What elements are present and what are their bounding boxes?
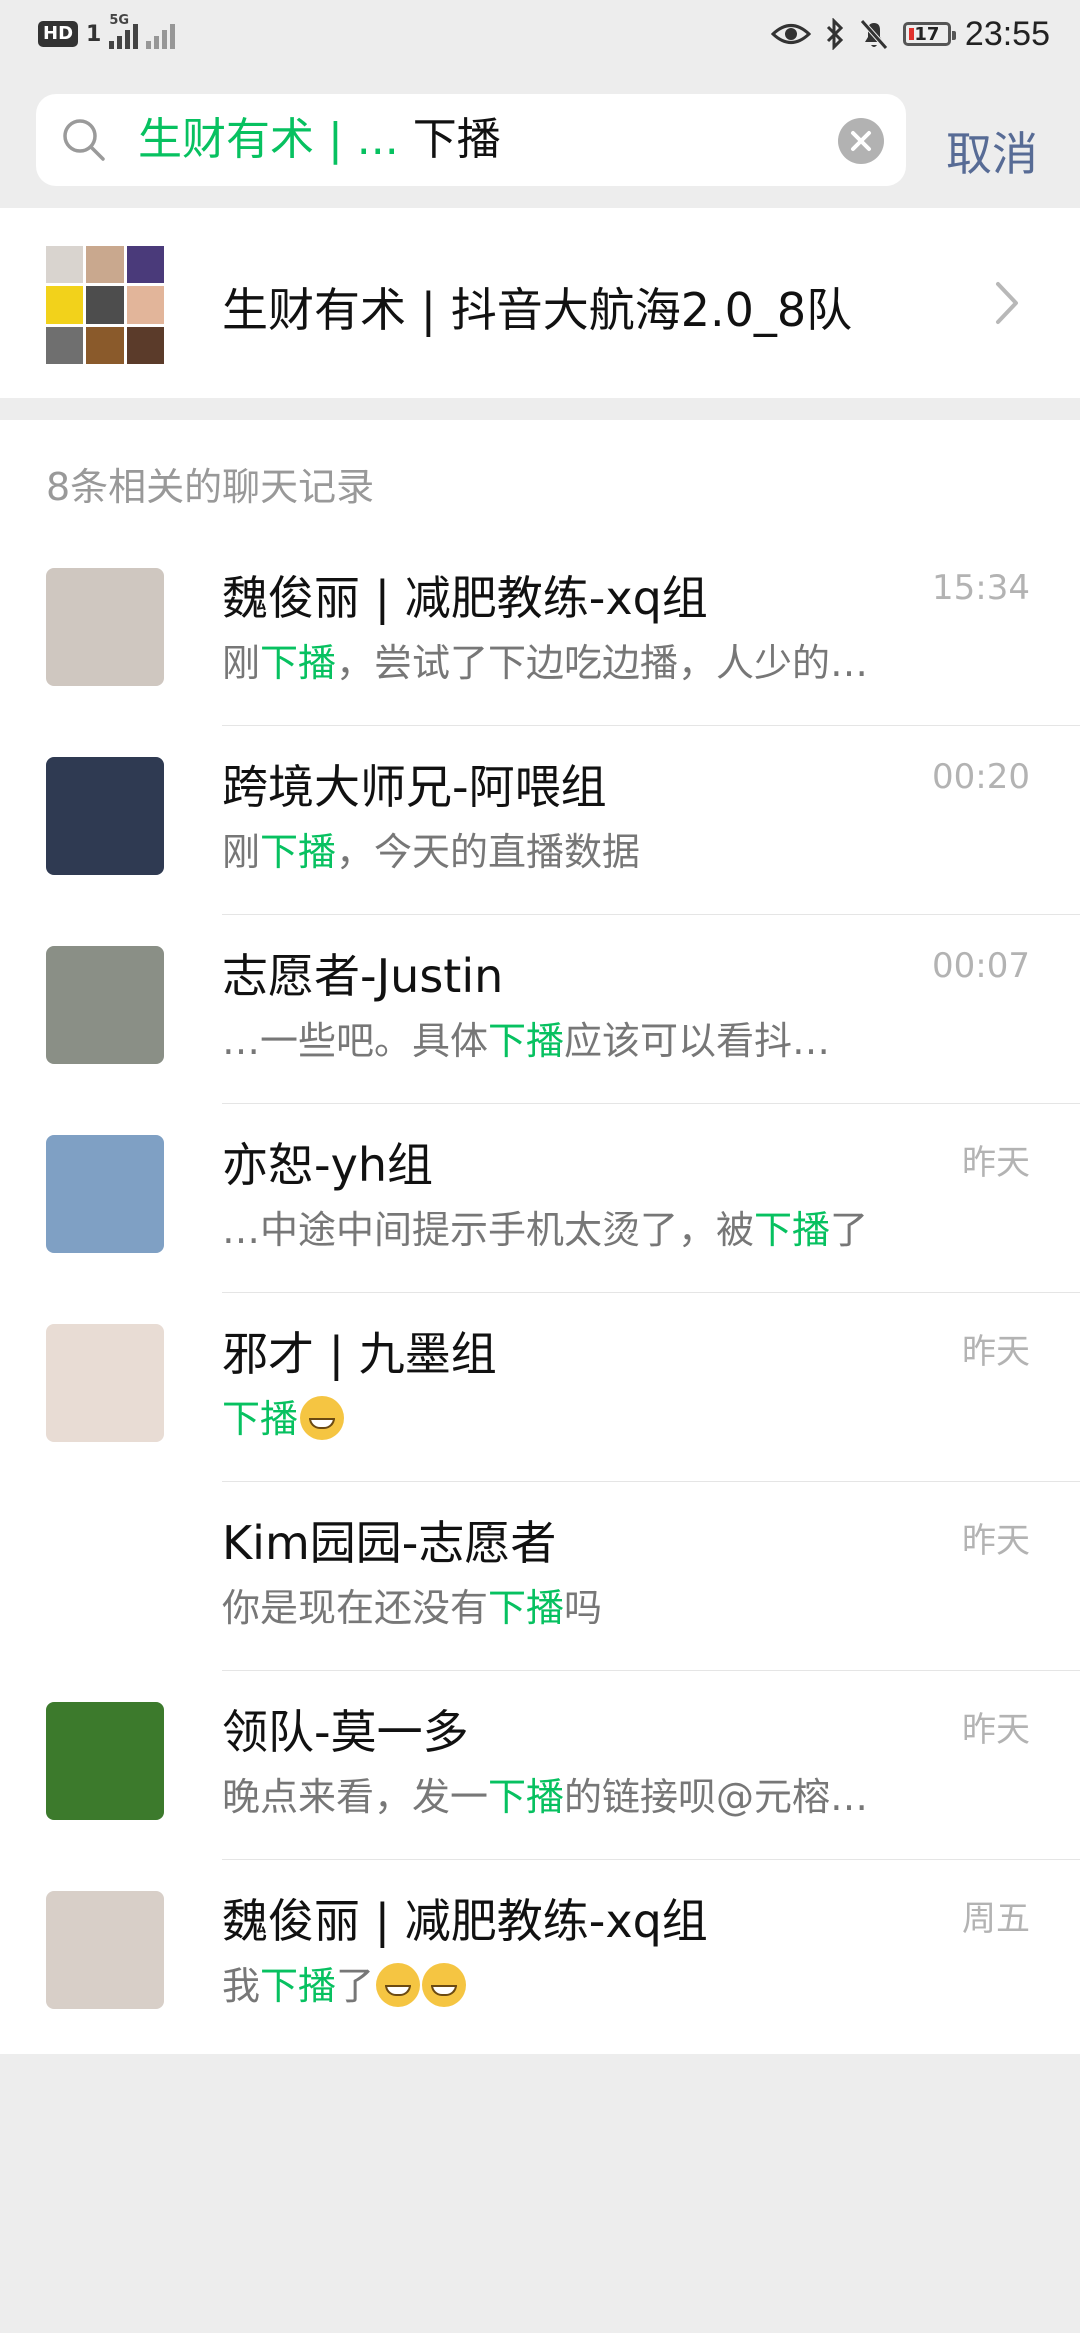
snippet-keyword: 下播 [260, 641, 337, 685]
snippet-text-after: 吗 [564, 1586, 603, 1630]
grin-emoji-icon [300, 1396, 345, 1440]
chat-records-section: 8条相关的聊天记录 魏俊丽 | 减肥教练-xq组 15:34 刚下播，尝试了下边吃边… [0, 420, 1080, 2054]
search-query-keyword: 下播 [398, 114, 501, 165]
avatar [46, 568, 164, 686]
message-time: 00:20 [932, 757, 1030, 797]
battery-icon: 17 [902, 22, 956, 46]
signal-icon-2 [146, 19, 176, 49]
chat-record-row[interactable]: 魏俊丽 | 减肥教练-xq组 15:34 刚下播，尝试了下边吃边播，人少的… [0, 536, 1080, 726]
chat-record-row[interactable]: 亦恕-yh组 昨天 …中途中间提示手机太烫了，被下播了 [0, 1103, 1080, 1293]
chevron-right-icon [996, 282, 1018, 324]
message-time: 15:34 [932, 568, 1030, 608]
avatar [46, 1891, 164, 2009]
message-snippet: …中途中间提示手机太烫了，被下播了 [222, 1199, 932, 1254]
chat-record-row[interactable]: 跨境大师兄-阿喂组 00:20 刚下播，今天的直播数据 [0, 725, 1080, 915]
message-time: 00:07 [932, 946, 1030, 986]
message-time: 昨天 [962, 1710, 1030, 1750]
group-chat-entry[interactable]: 生财有术 | 抖音大航海2.0_8队 [0, 208, 1080, 398]
cancel-button[interactable]: 取消 [946, 118, 1038, 184]
snippet-keyword: 下播 [488, 1586, 565, 1630]
snippet-text: 你是现在还没有 [222, 1586, 489, 1630]
message-snippet: 晚点来看，发一下播的链接呗@元榕… [222, 1766, 932, 1821]
snippet-keyword: 下播 [754, 1208, 831, 1252]
group-avatar [46, 246, 164, 364]
sim-slot: 1 [86, 21, 102, 47]
eye-icon [770, 24, 811, 44]
chat-name: 亦恕-yh组 [222, 1138, 433, 1192]
chat-record-row[interactable]: 邪才 | 九墨组 昨天下播 [0, 1292, 1080, 1482]
clock: 23:55 [964, 14, 1050, 53]
chat-name: 魏俊丽 | 减肥教练-xq组 [222, 571, 708, 625]
message-snippet: 刚下播，今天的直播数据 [222, 821, 932, 876]
snippet-text: …一些吧。具体 [222, 1019, 489, 1063]
message-snippet: 刚下播，尝试了下边吃边播，人少的… [222, 632, 932, 687]
avatar [46, 946, 164, 1064]
snippet-text: 刚 [222, 641, 261, 685]
message-snippet: …一些吧。具体下播应该可以看抖… [222, 1010, 932, 1065]
mute-bell-icon [860, 19, 888, 50]
bluetooth-icon [826, 18, 844, 50]
search-query-tag: 生财有术 | ... [138, 114, 399, 165]
message-snippet: 你是现在还没有下播吗 [222, 1577, 932, 1632]
chat-record-row[interactable]: 志愿者-Justin 00:07 …一些吧。具体下播应该可以看抖… [0, 914, 1080, 1104]
snippet-text-after: 了 [336, 1964, 375, 2008]
chat-name: 跨境大师兄-阿喂组 [222, 760, 607, 814]
message-time: 昨天 [962, 1521, 1030, 1561]
message-time: 昨天 [962, 1143, 1030, 1183]
clear-icon[interactable] [838, 118, 884, 164]
status-bar: HD 1 5G 17 23:55 [0, 0, 1080, 70]
avatar [46, 1702, 164, 1820]
snippet-text: 我 [222, 1964, 261, 2008]
avatar [46, 1324, 164, 1442]
snippet-text-after: 应该可以看抖… [564, 1019, 831, 1063]
search-input[interactable]: 生财有术 | ... 下播 [36, 94, 906, 186]
network-type: 5G [109, 13, 130, 28]
chat-name: Kim园园-志愿者 [222, 1516, 557, 1570]
message-time: 周五 [962, 1899, 1030, 1939]
snippet-keyword: 下播 [260, 1964, 337, 2008]
chat-record-row[interactable]: 魏俊丽 | 减肥教练-xq组 周五 我下播了 [0, 1859, 1080, 2049]
message-snippet: 我下播了 [222, 1955, 932, 2010]
avatar [46, 1135, 164, 1253]
search-icon [63, 119, 105, 161]
snippet-keyword: 下播 [488, 1019, 565, 1063]
snippet-keyword: 下播 [222, 1397, 299, 1441]
search-query[interactable]: 生财有术 | ... 下播 [138, 94, 501, 186]
chat-name: 魏俊丽 | 减肥教练-xq组 [222, 1894, 708, 1948]
chat-name: 邪才 | 九墨组 [222, 1327, 497, 1381]
snippet-text-after: 的链接呗@元榕… [564, 1775, 869, 1819]
signal-icon: 5G [109, 13, 139, 49]
chat-record-row[interactable]: 领队-莫一多 昨天 晚点来看，发一下播的链接呗@元榕… [0, 1670, 1080, 1860]
snippet-text-after: ，今天的直播数据 [336, 830, 641, 874]
snippet-text: 刚 [222, 830, 261, 874]
group-name: 生财有术 | 抖音大航海2.0_8队 [222, 283, 853, 337]
snippet-keyword: 下播 [260, 830, 337, 874]
status-right: 17 23:55 [770, 10, 1050, 58]
chat-name: 志愿者-Justin [222, 949, 504, 1003]
chat-name: 领队-莫一多 [222, 1705, 469, 1759]
search-header: 生财有术 | ... 下播 取消 [0, 70, 1080, 208]
section-title: 8条相关的聊天记录 [46, 465, 375, 509]
grin-emoji-icon [422, 1963, 467, 2007]
grin-emoji-icon [376, 1963, 421, 2007]
avatar [46, 1513, 164, 1631]
snippet-keyword: 下播 [488, 1775, 565, 1819]
snippet-text: 晚点来看，发一 [222, 1775, 489, 1819]
message-snippet: 下播 [222, 1388, 932, 1443]
snippet-text-after: 了 [830, 1208, 869, 1252]
hd-badge: HD [38, 21, 79, 47]
snippet-text-after: ，尝试了下边吃边播，人少的… [336, 641, 869, 685]
snippet-text: …中途中间提示手机太烫了，被 [222, 1208, 755, 1252]
chat-record-row[interactable]: Kim园园-志愿者 昨天 你是现在还没有下播吗 [0, 1481, 1080, 1671]
avatar [46, 757, 164, 875]
message-time: 昨天 [962, 1332, 1030, 1372]
status-left: HD 1 5G [38, 13, 176, 54]
